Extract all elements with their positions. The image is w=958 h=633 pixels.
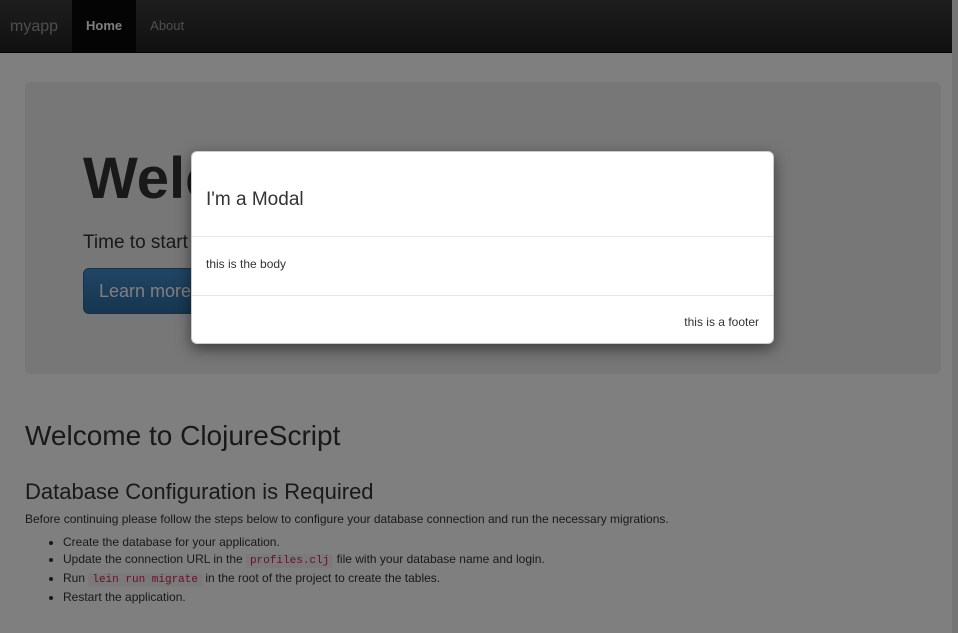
- modal-body: this is the body: [192, 237, 773, 296]
- modal-header: I'm a Modal: [192, 152, 773, 237]
- modal-title: I'm a Modal: [206, 189, 304, 210]
- modal-footer: this is a footer: [192, 296, 773, 343]
- app-page: myapp Home About Welcome to my library T…: [0, 0, 958, 633]
- modal-footer-text: this is a footer: [684, 315, 759, 329]
- modal-dialog: I'm a Modal this is the body this is a f…: [191, 151, 774, 344]
- modal-body-text: this is the body: [206, 257, 287, 271]
